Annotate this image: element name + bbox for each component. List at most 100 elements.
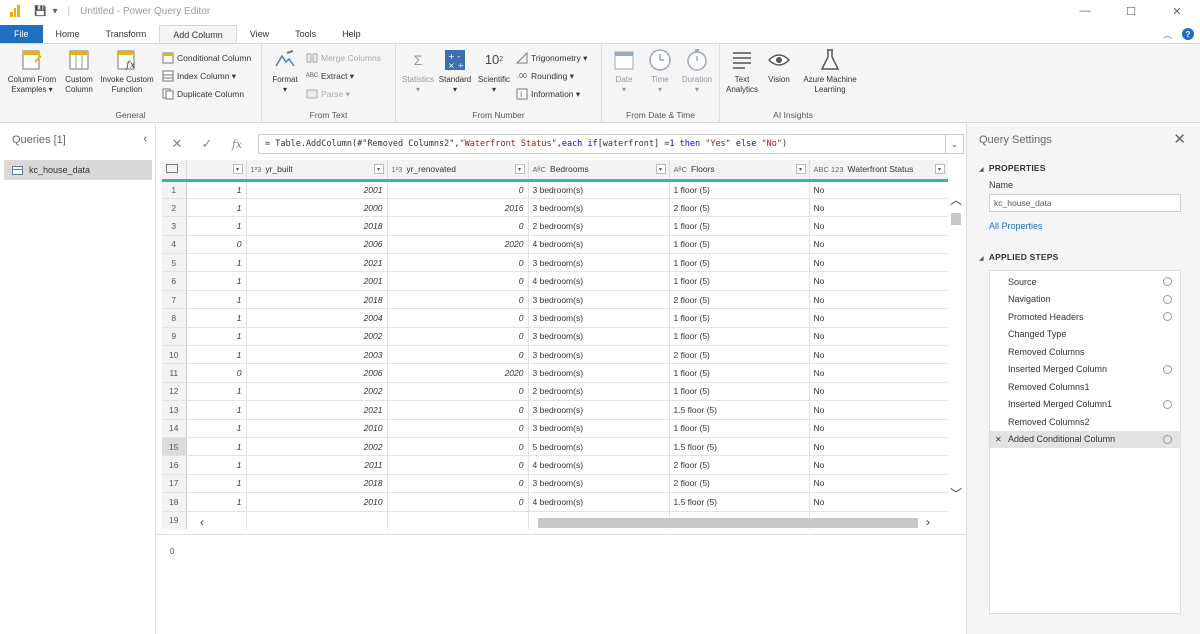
table-cell[interactable]: No <box>809 492 948 512</box>
table-cell[interactable]: 2010 <box>246 419 388 438</box>
gear-icon[interactable] <box>1163 294 1172 304</box>
column-filter-icon[interactable]: ▾ <box>655 164 666 174</box>
row-number[interactable]: 15 <box>162 437 187 457</box>
table-cell[interactable]: 1 floor (5) <box>669 308 810 328</box>
gear-icon[interactable] <box>1163 364 1172 374</box>
table-cell[interactable]: 2003 <box>246 345 388 365</box>
properties-section-label[interactable]: PROPERTIES <box>979 163 1046 173</box>
table-cell[interactable]: 2002 <box>246 437 388 457</box>
table-row[interactable]: 4 0 2006 2020 4 bedroom(s) 1 floor (5) No <box>162 235 948 255</box>
expand-formula-icon[interactable]: ⌄ <box>946 134 964 154</box>
row-number[interactable]: 13 <box>162 400 187 420</box>
table-cell[interactable]: 1 <box>186 437 247 457</box>
row-number[interactable]: 11 <box>162 363 187 383</box>
row-number[interactable]: 4 <box>162 235 187 255</box>
table-cell[interactable]: 0 <box>387 253 529 273</box>
table-cell[interactable]: 2006 <box>246 363 388 383</box>
row-number[interactable]: 5 <box>162 253 187 273</box>
table-row[interactable]: 14 1 2010 0 3 bedroom(s) 1 floor (5) No <box>162 419 948 438</box>
table-cell[interactable]: 1 <box>186 308 247 328</box>
applied-step[interactable]: Removed Columns <box>990 343 1180 361</box>
table-cell[interactable]: 2018 <box>246 216 388 236</box>
row-number[interactable]: 17 <box>162 474 187 494</box>
column-type-icon[interactable]: 1²3 <box>392 165 403 174</box>
gear-icon[interactable] <box>1163 399 1172 409</box>
column-header-floors[interactable]: AᴮC Floors ▾ <box>669 160 810 182</box>
table-cell[interactable]: 3 bedroom(s) <box>528 419 670 438</box>
tab-transform[interactable]: Transform <box>93 25 160 43</box>
table-cell[interactable]: No <box>809 253 948 273</box>
table-cell[interactable]: 0 <box>387 455 529 475</box>
table-cell[interactable]: 2021 <box>246 400 388 420</box>
applied-step[interactable]: Inserted Merged Column <box>990 361 1180 379</box>
duration-button[interactable]: Duration ▾ <box>678 48 716 95</box>
custom-column-button[interactable]: Custom Column <box>60 48 98 95</box>
table-cell[interactable]: 2016 <box>387 198 529 218</box>
date-button[interactable]: Date ▾ <box>608 48 640 95</box>
table-cell[interactable]: 2021 <box>246 253 388 273</box>
applied-step[interactable]: Removed Columns1 <box>990 378 1180 396</box>
table-cell[interactable]: 2004 <box>246 308 388 328</box>
applied-step[interactable]: Removed Columns2 <box>990 413 1180 431</box>
help-icon[interactable]: ? <box>1182 28 1194 40</box>
column-type-icon[interactable]: ABC 123 <box>814 165 844 174</box>
table-cell[interactable]: 1 <box>186 400 247 420</box>
table-cell[interactable]: 2020 <box>387 363 529 383</box>
table-cell[interactable]: 1 <box>186 216 247 236</box>
table-cell[interactable]: 3 bedroom(s) <box>528 345 670 365</box>
table-cell[interactable]: 2001 <box>246 180 388 199</box>
table-cell[interactable]: 3 bedroom(s) <box>528 308 670 328</box>
maximize-button[interactable]: ☐ <box>1108 0 1154 22</box>
table-cell[interactable]: 0 <box>186 235 247 255</box>
table-cell[interactable]: 0 <box>387 290 529 310</box>
vertical-scrollbar[interactable]: ︿ ﹀ <box>948 181 964 513</box>
row-number[interactable]: 12 <box>162 382 187 402</box>
table-cell[interactable]: 1 <box>186 290 247 310</box>
table-row[interactable]: 11 0 2006 2020 3 bedroom(s) 1 floor (5) No <box>162 363 948 383</box>
column-filter-icon[interactable]: ▾ <box>795 164 806 174</box>
table-row[interactable]: 12 1 2002 0 2 bedroom(s) 1 floor (5) No <box>162 382 948 402</box>
table-cell[interactable]: No <box>809 198 948 218</box>
tab-file[interactable]: File <box>0 25 43 43</box>
table-cell[interactable]: No <box>809 308 948 328</box>
table-cell[interactable]: 2001 <box>246 271 388 291</box>
table-cell[interactable]: 2010 <box>246 492 388 512</box>
applied-step[interactable]: Added Conditional Column <box>990 430 1180 448</box>
column-type-icon[interactable]: AᴮC <box>533 165 547 174</box>
table-cell[interactable]: 3 bedroom(s) <box>528 180 670 199</box>
chevron-up-icon[interactable]: ︿ <box>1163 28 1172 41</box>
table-cell[interactable]: 4 bedroom(s) <box>528 455 670 475</box>
column-from-examples-button[interactable]: Column From Examples ▾ <box>4 48 60 95</box>
table-cell[interactable]: No <box>809 235 948 255</box>
table-cell[interactable]: No <box>809 271 948 291</box>
table-cell[interactable]: 0 <box>186 363 247 383</box>
table-row[interactable]: 10 1 2003 0 3 bedroom(s) 2 floor (5) No <box>162 345 948 365</box>
vertical-scroll-thumb[interactable] <box>951 213 961 225</box>
table-cell[interactable]: 3 bedroom(s) <box>528 400 670 420</box>
index-column-button[interactable]: Index Column ▾ <box>162 68 236 84</box>
conditional-column-button[interactable]: Conditional Column <box>162 50 251 66</box>
table-cell[interactable]: 1.5 floor (5) <box>669 400 810 420</box>
table-cell[interactable]: No <box>809 327 948 347</box>
table-cell[interactable]: 2011 <box>246 455 388 475</box>
row-number[interactable]: 9 <box>162 327 187 347</box>
table-cell[interactable]: 1 floor (5) <box>669 216 810 236</box>
table-cell[interactable]: 1 <box>186 474 247 494</box>
tab-view[interactable]: View <box>237 25 282 43</box>
collapse-queries-icon[interactable]: ‹ <box>143 133 147 145</box>
scientific-button[interactable]: 10 2 Scientific ▾ <box>476 48 512 95</box>
row-number[interactable]: 3 <box>162 216 187 236</box>
table-cell[interactable]: 1 <box>186 271 247 291</box>
column-header-bedrooms[interactable]: AᴮC Bedrooms ▾ <box>528 160 670 182</box>
table-cell[interactable]: 0 <box>387 308 529 328</box>
azure-ml-button[interactable]: Azure Machine Learning <box>798 48 862 95</box>
horizontal-scroll-thumb[interactable] <box>538 518 918 528</box>
table-cell[interactable]: No <box>809 419 948 438</box>
table-cell[interactable]: No <box>809 382 948 402</box>
table-row[interactable]: 3 1 2018 0 2 bedroom(s) 1 floor (5) No <box>162 216 948 236</box>
table-cell[interactable]: 0 <box>387 271 529 291</box>
column-filter-icon[interactable]: ▾ <box>373 164 384 174</box>
row-number[interactable]: 1 <box>162 180 187 199</box>
time-button[interactable]: Time ▾ <box>644 48 676 95</box>
table-cell[interactable]: 4 bedroom(s) <box>528 271 670 291</box>
